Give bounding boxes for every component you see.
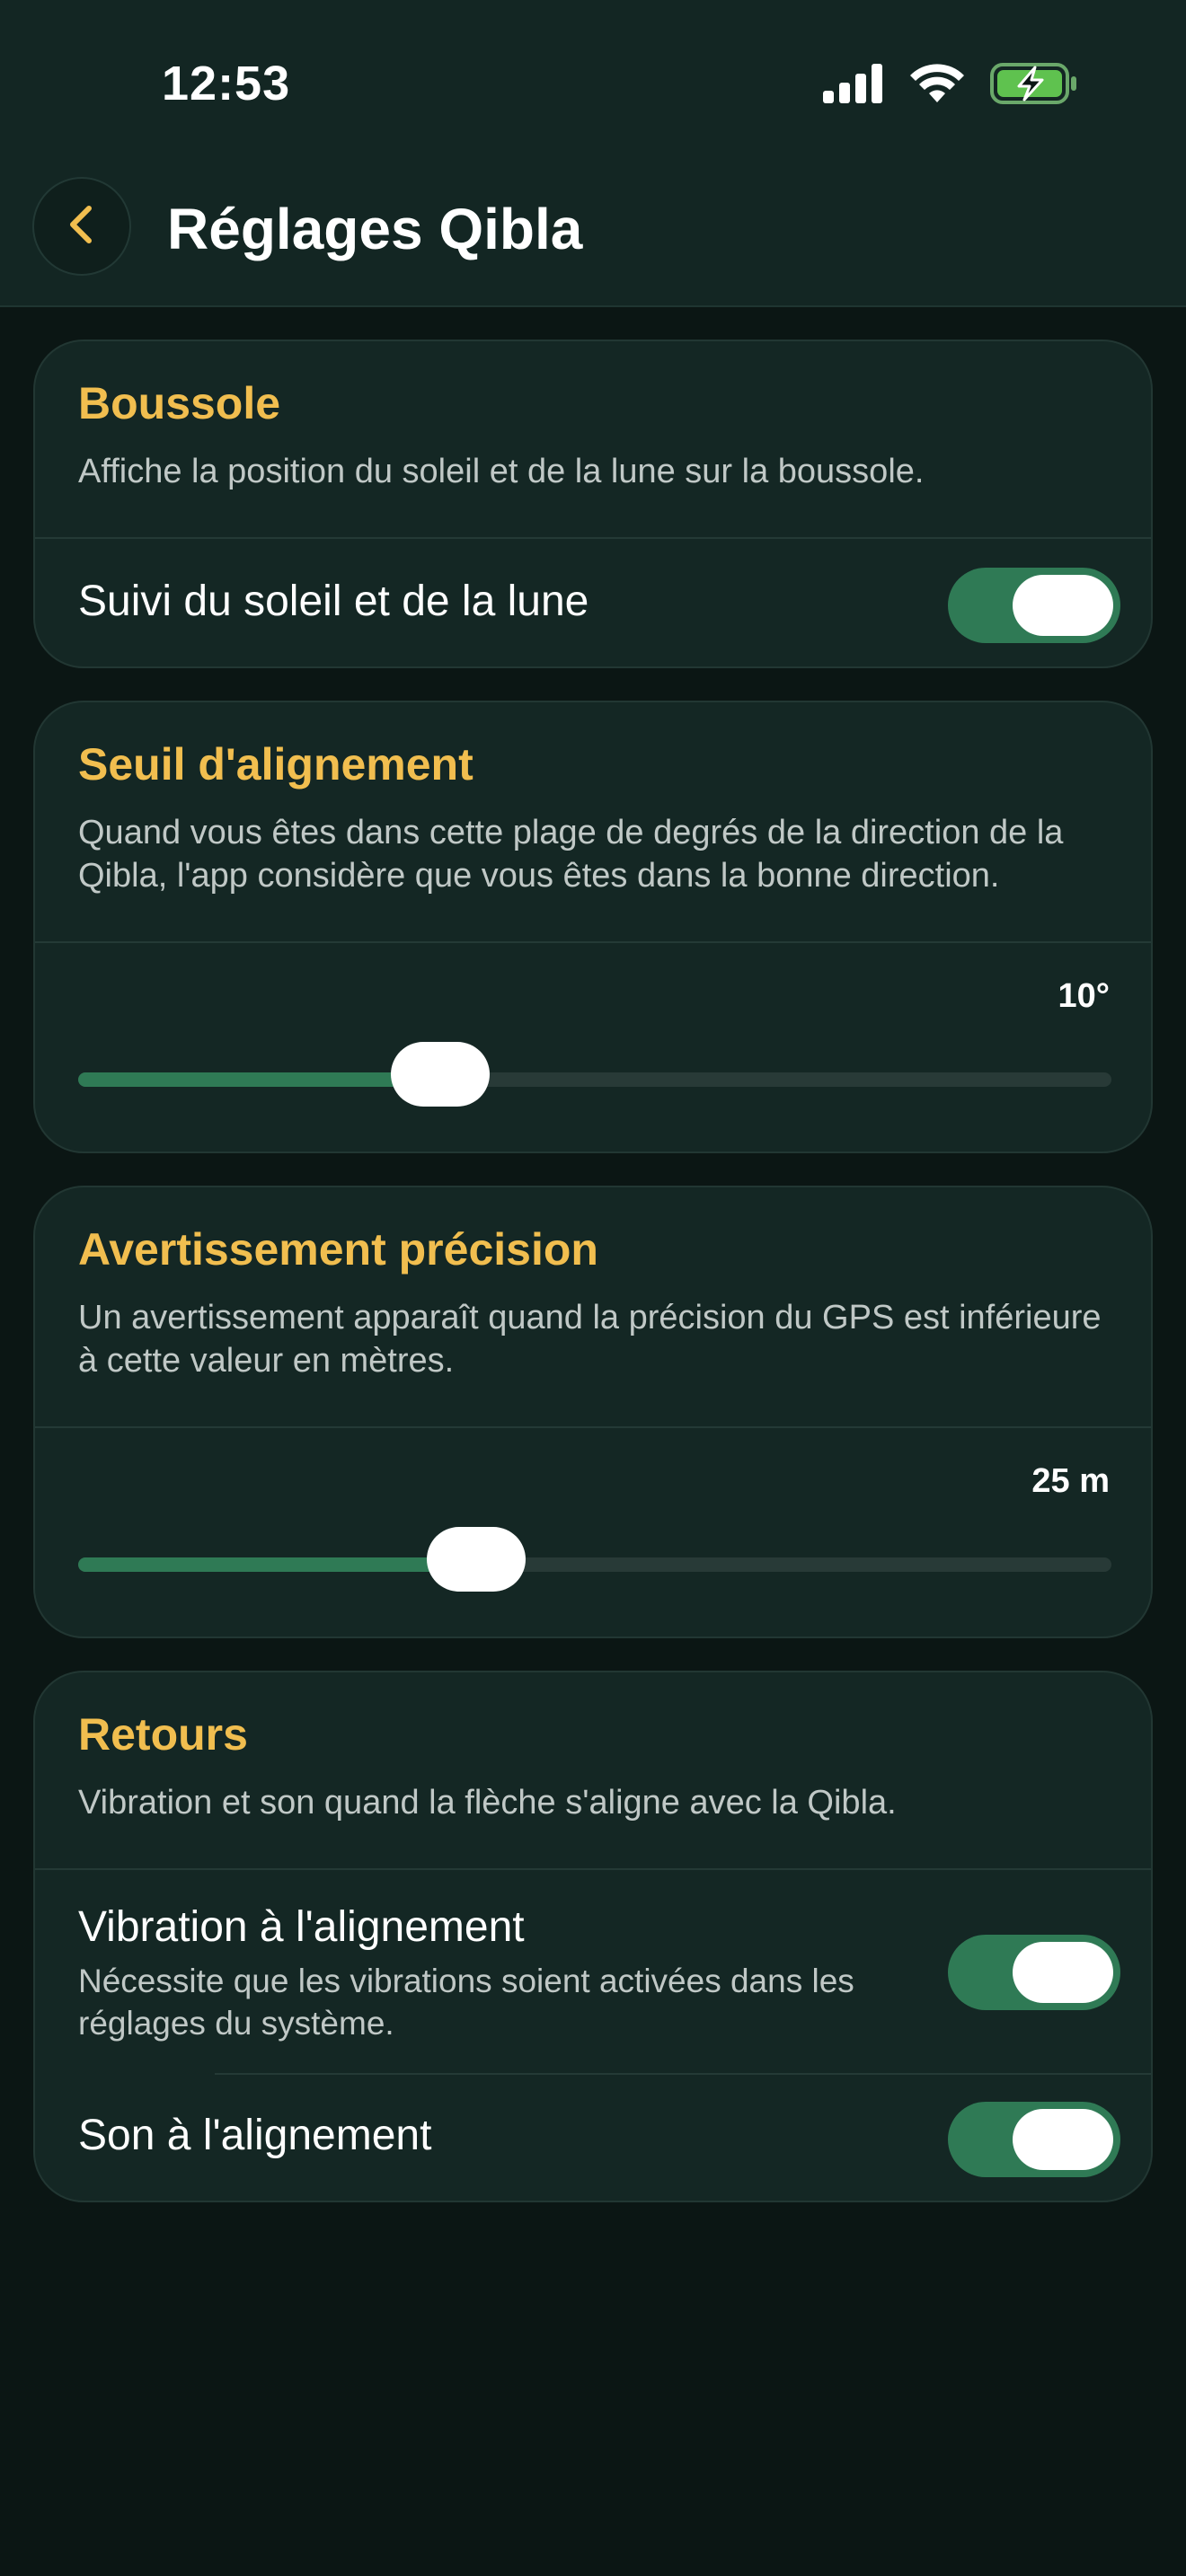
section-description: Quand vous êtes dans cette plage de degr… (78, 814, 1064, 895)
slider-fill (78, 1557, 476, 1572)
alignment-threshold-slider[interactable] (78, 1042, 1111, 1107)
page-title: Réglages Qibla (167, 197, 583, 261)
sound-toggle[interactable] (948, 2102, 1120, 2177)
status-time: 12:53 (162, 57, 291, 110)
section-description: Un avertissement apparaît quand la préci… (78, 1299, 1102, 1380)
accuracy-warning-value: 25 m (1031, 1462, 1110, 1500)
accuracy-warning-card: Avertissement précision Un avertissement… (33, 1186, 1153, 1638)
status-icons (823, 62, 1078, 110)
section-title: Avertissement précision (78, 1224, 598, 1275)
section-description: Vibration et son quand la flèche s'align… (78, 1784, 897, 1822)
wifi-icon (909, 63, 965, 109)
divider (35, 941, 1151, 943)
toggle-knob (1013, 1942, 1113, 2003)
vibration-label: Vibration à l'alignement (78, 1903, 525, 1951)
sun-moon-tracking-toggle[interactable] (948, 568, 1120, 643)
divider (35, 1868, 1151, 1870)
alignment-threshold-card: Seuil d'alignement Quand vous êtes dans … (33, 701, 1153, 1153)
divider (35, 1426, 1151, 1428)
alignment-threshold-value: 10° (1058, 977, 1110, 1015)
compass-section-card: Boussole Affiche la position du soleil e… (33, 340, 1153, 668)
top-header-area: 12:53 Réglages Qibla (0, 0, 1186, 307)
vibration-toggle[interactable] (948, 1935, 1120, 2010)
vibration-sublabel: Nécessite que les vibrations soient acti… (78, 1963, 854, 2042)
slider-thumb[interactable] (390, 1042, 490, 1107)
sun-moon-tracking-label: Suivi du soleil et de la lune (78, 578, 589, 625)
section-description: Affiche la position du soleil et de la l… (78, 453, 925, 490)
slider-fill (78, 1072, 440, 1087)
section-title: Seuil d'alignement (78, 739, 474, 790)
toggle-knob (1013, 2109, 1113, 2170)
back-button[interactable] (32, 177, 131, 276)
section-title: Boussole (78, 378, 281, 428)
chevron-left-icon (64, 203, 100, 251)
accuracy-warning-slider[interactable] (78, 1527, 1111, 1592)
section-title: Retours (78, 1709, 248, 1760)
cellular-signal-icon (823, 63, 884, 108)
divider (35, 537, 1151, 539)
sound-label: Son à l'alignement (78, 2112, 432, 2159)
toggle-knob (1013, 575, 1113, 636)
divider (215, 2073, 1151, 2075)
feedback-section-card: Retours Vibration et son quand la flèche… (33, 1671, 1153, 2202)
slider-thumb[interactable] (426, 1527, 526, 1592)
battery-charging-icon (990, 62, 1078, 110)
